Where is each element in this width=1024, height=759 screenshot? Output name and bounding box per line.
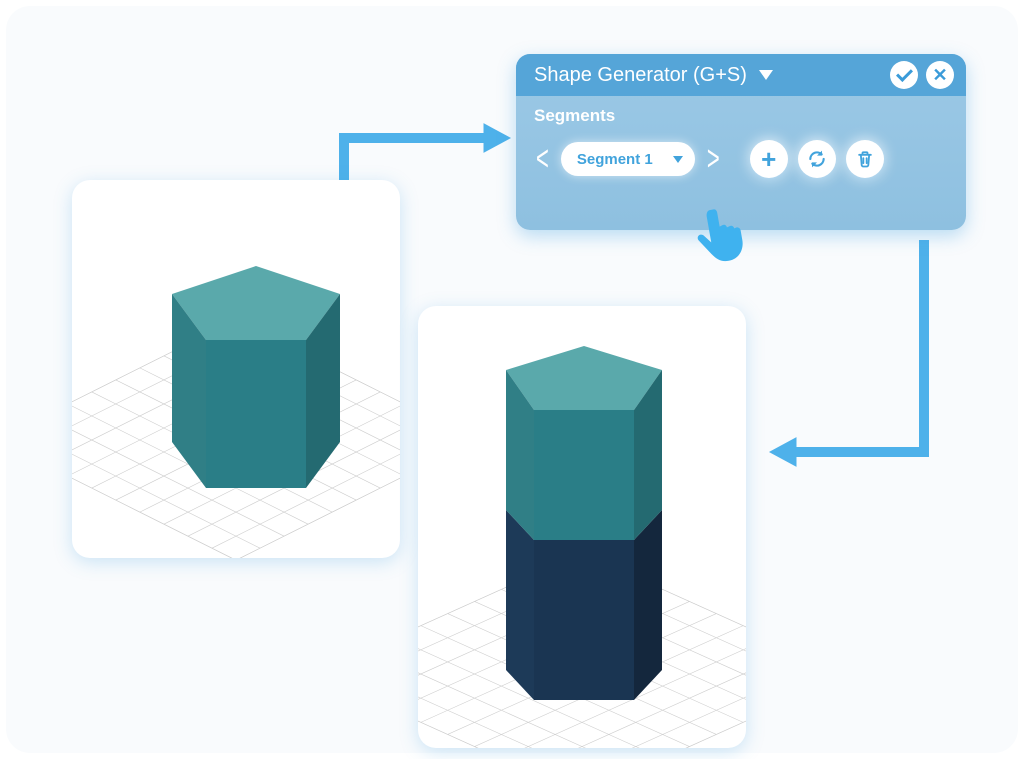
- delete-segment-button[interactable]: [846, 140, 884, 178]
- next-segment-button[interactable]: >: [705, 138, 722, 180]
- viewport-after: [418, 306, 746, 748]
- segments-label: Segments: [534, 106, 948, 126]
- refresh-segment-button[interactable]: [798, 140, 836, 178]
- segment-dropdown[interactable]: Segment 1: [561, 142, 695, 176]
- panel-title: Shape Generator (G+S): [534, 64, 747, 87]
- cursor-hand-icon: [687, 197, 761, 271]
- segment-dropdown-value: Segment 1: [577, 151, 653, 168]
- viewport-before: [72, 180, 400, 558]
- shape-segment-1: [172, 266, 340, 488]
- flow-arrow-to-result: [766, 234, 946, 474]
- diagram-stage: Shape Generator (G+S) ✕ Segments < Segme…: [6, 6, 1018, 753]
- add-segment-button[interactable]: +: [750, 140, 788, 178]
- panel-header[interactable]: Shape Generator (G+S) ✕: [516, 54, 966, 96]
- segment-selector-row: < Segment 1 > +: [534, 140, 948, 178]
- close-button[interactable]: ✕: [926, 61, 954, 89]
- shape-segment-1-top: [506, 346, 662, 540]
- collapse-icon[interactable]: [759, 70, 773, 80]
- scene-before: [72, 180, 400, 558]
- scene-after: [418, 306, 746, 748]
- confirm-button[interactable]: [890, 61, 918, 89]
- prev-segment-button[interactable]: <: [534, 138, 551, 180]
- trash-icon: [855, 149, 875, 169]
- refresh-icon: [807, 149, 827, 169]
